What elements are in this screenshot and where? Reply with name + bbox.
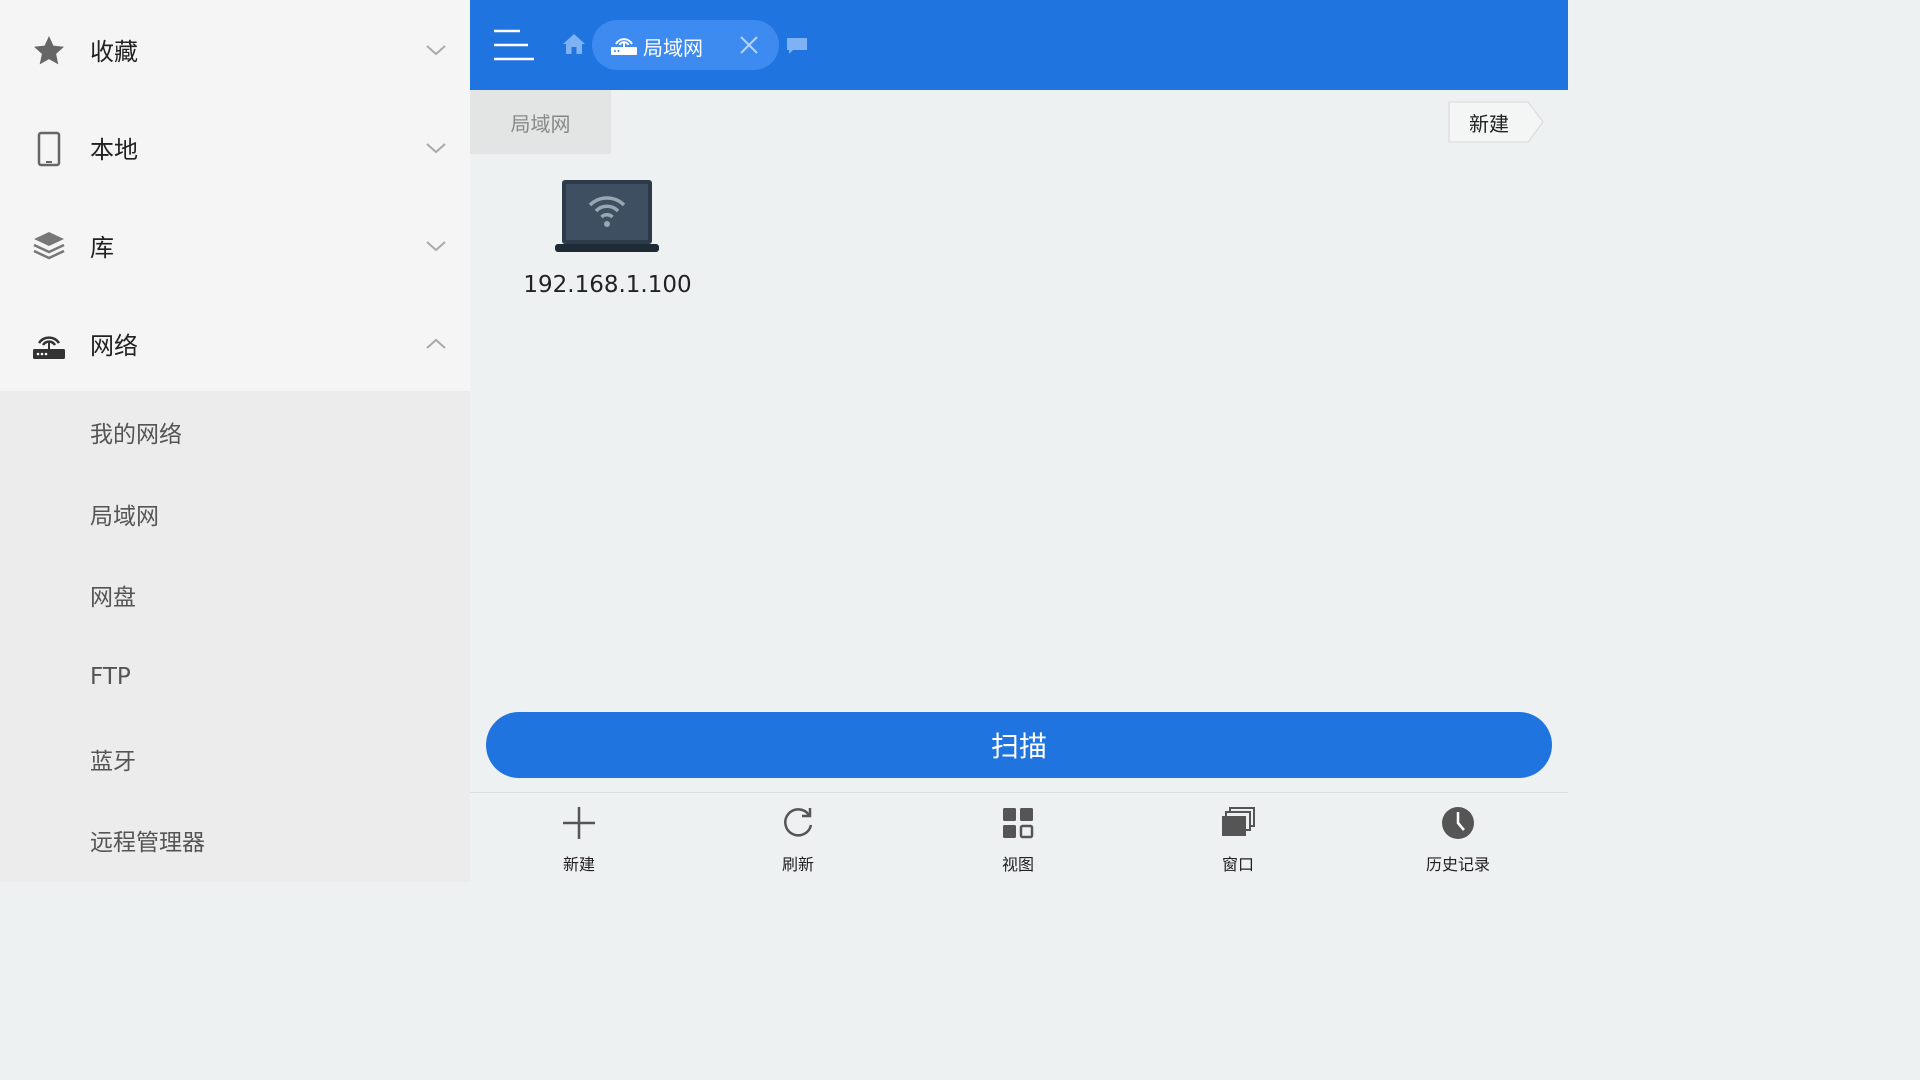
toolbar-new-button[interactable]: 新建 xyxy=(524,793,634,883)
toolbar-view-button[interactable]: 视图 xyxy=(963,793,1073,883)
toolbar-label: 视图 xyxy=(1001,855,1034,874)
sidebar: 收藏 本地 库 网络 我的网络 局域网 网盘 FTP 蓝牙 远程管理器 xyxy=(0,0,470,882)
sidebar-group-label: 本地 xyxy=(90,135,138,164)
sidebar-item-my-network[interactable]: 我的网络 xyxy=(0,391,470,473)
star-icon xyxy=(34,36,64,65)
breadcrumb[interactable]: 局域网 xyxy=(470,90,611,154)
sidebar-group-label: 收藏 xyxy=(90,37,138,66)
sidebar-item-ftp[interactable]: FTP xyxy=(0,636,470,718)
chevron-down-icon[interactable] xyxy=(424,140,448,156)
toolbar-label: 刷新 xyxy=(781,855,814,874)
new-window-icon[interactable] xyxy=(786,37,808,55)
sidebar-item-cloud-drive[interactable]: 网盘 xyxy=(0,554,470,636)
home-icon[interactable] xyxy=(562,33,586,55)
toolbar-label: 新建 xyxy=(562,855,595,874)
router-icon xyxy=(33,336,65,359)
network-submenu: 我的网络 局域网 网盘 FTP 蓝牙 远程管理器 xyxy=(0,391,470,882)
chevron-down-icon[interactable] xyxy=(424,42,448,58)
tab-lan[interactable]: 局域网 xyxy=(592,20,779,70)
toolbar-history-button[interactable]: 历史记录 xyxy=(1403,793,1513,883)
chevron-down-icon[interactable] xyxy=(424,238,448,254)
sidebar-group-local[interactable]: 本地 xyxy=(0,98,470,196)
toolbar-refresh-button[interactable]: 刷新 xyxy=(743,793,853,883)
sidebar-group-library[interactable]: 库 xyxy=(0,196,470,294)
device-item[interactable]: 192.168.1.100 xyxy=(520,176,695,306)
sidebar-group-label: 库 xyxy=(90,233,114,262)
scan-button[interactable]: 扫描 xyxy=(486,712,1552,778)
windows-icon xyxy=(1222,807,1255,836)
sidebar-item-remote-manager[interactable]: 远程管理器 xyxy=(0,799,470,881)
bottom-toolbar: 新建 刷新 视图 窗口 历史记录 xyxy=(470,792,1568,882)
top-bar: 局域网 xyxy=(470,0,1568,90)
phone-icon xyxy=(37,131,61,167)
new-button-label: 新建 xyxy=(1469,111,1509,136)
toolbar-label: 窗口 xyxy=(1221,855,1254,874)
grid-view-icon xyxy=(1003,808,1034,839)
sidebar-group-favorites[interactable]: 收藏 xyxy=(0,0,470,98)
layers-icon xyxy=(33,232,65,260)
toolbar-windows-button[interactable]: 窗口 xyxy=(1183,793,1293,883)
refresh-icon xyxy=(784,808,813,837)
sidebar-item-lan[interactable]: 局域网 xyxy=(0,473,470,555)
sidebar-group-network[interactable]: 网络 xyxy=(0,294,470,392)
chevron-up-icon[interactable] xyxy=(424,336,448,352)
plus-icon xyxy=(563,807,595,839)
menu-icon[interactable] xyxy=(492,26,536,64)
device-label: 192.168.1.100 xyxy=(523,272,692,298)
tab-label: 局域网 xyxy=(643,36,703,60)
router-icon xyxy=(611,38,637,55)
laptop-wifi-icon xyxy=(555,180,659,252)
close-icon[interactable] xyxy=(739,35,759,55)
new-button[interactable]: 新建 xyxy=(1448,101,1544,143)
sidebar-item-bluetooth[interactable]: 蓝牙 xyxy=(0,718,470,800)
clock-icon xyxy=(1442,807,1474,839)
toolbar-label: 历史记录 xyxy=(1425,855,1490,874)
sidebar-group-label: 网络 xyxy=(90,331,138,360)
